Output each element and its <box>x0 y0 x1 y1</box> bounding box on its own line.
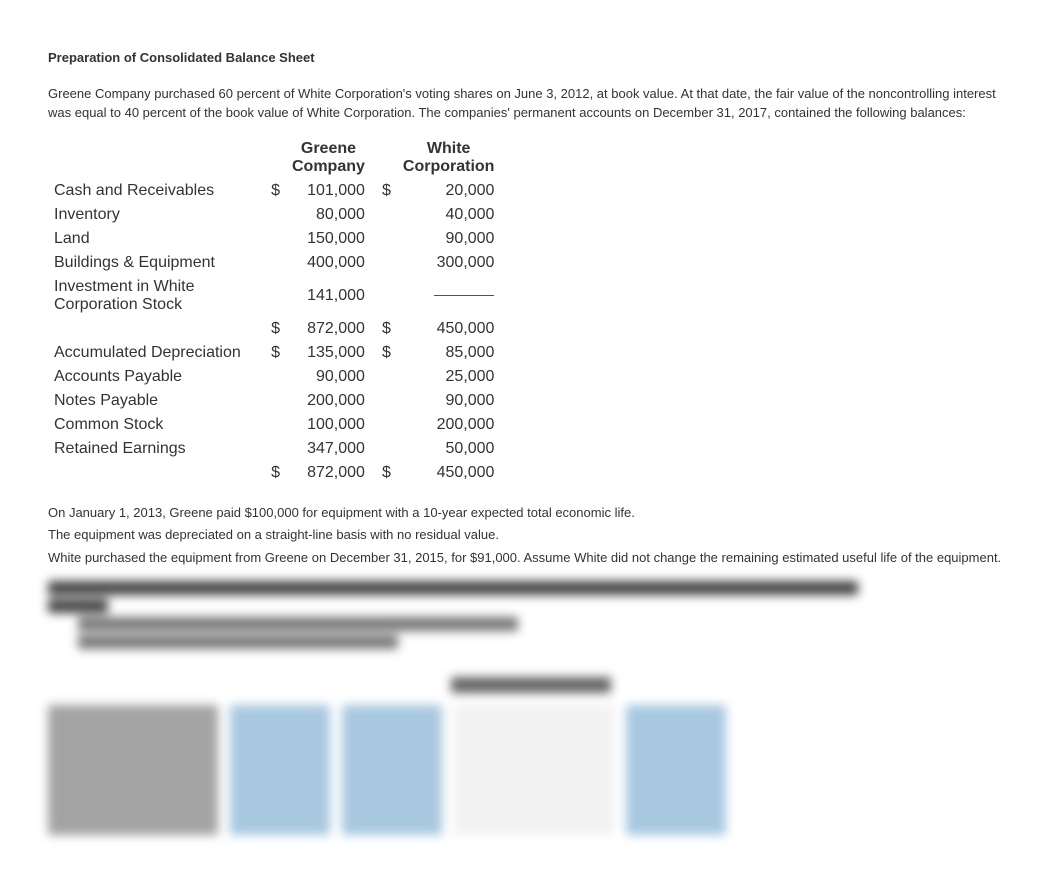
table-row: Retained Earnings 347,000 50,000 <box>48 437 500 461</box>
investment-row: Investment in White Corporation Stock 14… <box>48 275 500 317</box>
balance-table: Greene Company White Corporation Cash an… <box>48 137 500 485</box>
table-row: Inventory 80,000 40,000 <box>48 203 500 227</box>
note-line: On January 1, 2013, Greene paid $100,000… <box>48 503 1014 523</box>
subtotal-row: $ 872,000 $ 450,000 <box>48 317 500 341</box>
table-row: Common Stock 100,000 200,000 <box>48 413 500 437</box>
col-header-white: White Corporation <box>397 137 501 179</box>
obscured-content <box>48 581 1014 835</box>
note-line: The equipment was depreciated on a strai… <box>48 525 1014 545</box>
blank-line <box>434 295 494 296</box>
total-row: $ 872,000 $ 450,000 <box>48 461 500 485</box>
notes-block: On January 1, 2013, Greene paid $100,000… <box>48 503 1014 568</box>
table-row: Land 150,000 90,000 <box>48 227 500 251</box>
table-row: Accumulated Depreciation $ 135,000 $ 85,… <box>48 341 500 365</box>
table-row: Accounts Payable 90,000 25,000 <box>48 365 500 389</box>
intro-paragraph: Greene Company purchased 60 percent of W… <box>48 84 1014 123</box>
col-header-greene: Greene Company <box>286 137 371 179</box>
section-heading: Preparation of Consolidated Balance Shee… <box>48 48 1014 68</box>
table-row: Notes Payable 200,000 90,000 <box>48 389 500 413</box>
table-row: Buildings & Equipment 400,000 300,000 <box>48 251 500 275</box>
note-line: White purchased the equipment from Green… <box>48 548 1014 568</box>
table-row: Cash and Receivables $ 101,000 $ 20,000 <box>48 179 500 203</box>
